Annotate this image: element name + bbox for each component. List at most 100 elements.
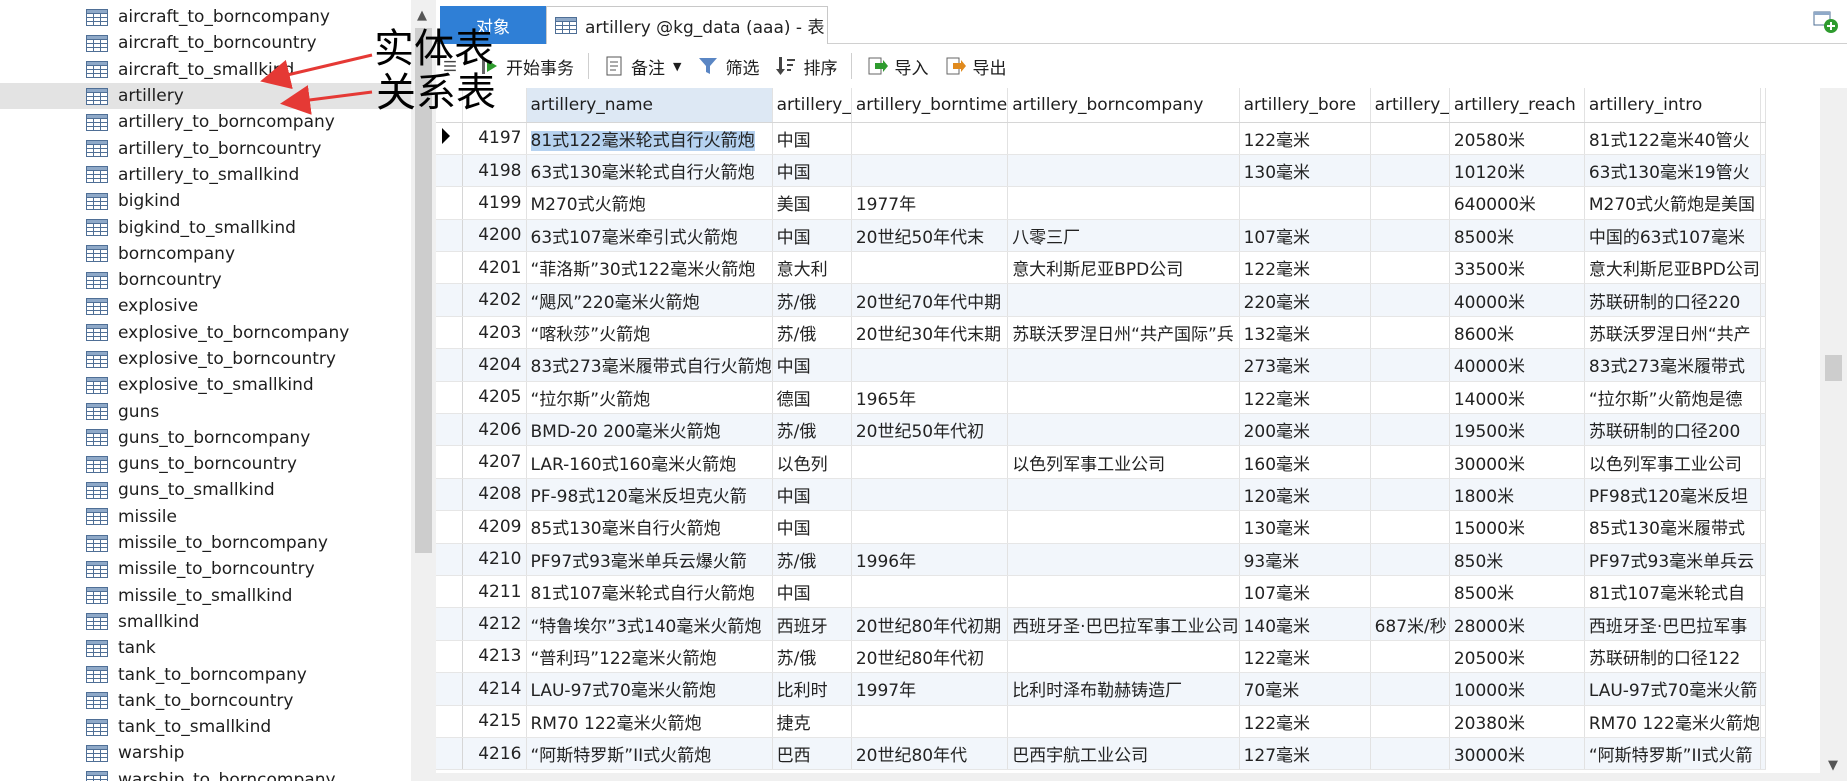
- grid-scroll-thumb[interactable]: [1825, 355, 1842, 381]
- table-row[interactable]: 4206 BMD-20 200毫米火箭炮 苏/俄 20世纪50年代初 200毫米 1950…: [436, 413, 1766, 447]
- grid-cell[interactable]: PF97式93毫米单兵云: [1584, 543, 1761, 576]
- grid-cell[interactable]: 1965年: [851, 381, 1009, 415]
- row-marker[interactable]: [436, 640, 463, 674]
- nav-item-tank-to-borncountry[interactable]: tank_to_borncountry: [0, 688, 411, 714]
- grid-cell[interactable]: 苏/俄: [772, 543, 852, 576]
- data-grid[interactable]: artillery_name artillery_ artillery_bornti…: [436, 88, 1820, 781]
- nav-item-missile-to-borncountry[interactable]: missile_to_borncountry: [0, 556, 411, 582]
- grid-cell[interactable]: 苏联研制的口径122: [1584, 640, 1761, 674]
- grid-cell[interactable]: [1370, 705, 1450, 738]
- grid-cell[interactable]: 西班牙圣·巴巴拉军事工业公司: [1007, 607, 1240, 641]
- grid-cell[interactable]: 93毫米: [1239, 543, 1371, 576]
- grid-cell[interactable]: [1370, 737, 1450, 771]
- grid-cell[interactable]: 40000米: [1449, 283, 1585, 317]
- grid-cell[interactable]: [1007, 705, 1240, 738]
- grid-cell[interactable]: 巴西: [772, 737, 852, 771]
- grid-cell[interactable]: 意大利: [772, 251, 852, 285]
- row-id-cell[interactable]: 4206: [462, 413, 527, 447]
- grid-cell[interactable]: [851, 251, 1009, 285]
- grid-cell[interactable]: 122毫米: [1239, 122, 1371, 155]
- nav-item-aircraft-to-borncompany[interactable]: aircraft_to_borncompany: [0, 4, 411, 30]
- grid-cell[interactable]: 八零三厂: [1007, 219, 1240, 253]
- grid-cell[interactable]: 122毫米: [1239, 640, 1371, 674]
- grid-cell[interactable]: RM70 122毫米火箭炮: [526, 705, 773, 738]
- grid-cell[interactable]: [851, 510, 1009, 544]
- row-marker[interactable]: [436, 154, 463, 188]
- nav-item-bigkind-to-smallkind[interactable]: bigkind_to_smallkind: [0, 214, 411, 240]
- grid-cell[interactable]: “特鲁埃尔”3式140毫米火箭炮: [526, 607, 773, 641]
- row-marker[interactable]: [436, 737, 463, 771]
- nav-item-artillery-to-borncountry[interactable]: artillery_to_borncountry: [0, 135, 411, 161]
- row-marker[interactable]: [436, 575, 463, 609]
- grid-cell[interactable]: 西班牙: [772, 607, 852, 641]
- grid-cell[interactable]: 140毫米: [1239, 607, 1371, 641]
- nav-item-borncountry[interactable]: borncountry: [0, 267, 411, 293]
- grid-cell[interactable]: 以色列军事工业公司: [1007, 445, 1240, 479]
- grid-cell[interactable]: 19500米: [1449, 413, 1585, 447]
- grid-cell[interactable]: 63式130毫米轮式自行火箭炮: [526, 154, 773, 188]
- nav-item-missile[interactable]: missile: [0, 504, 411, 530]
- grid-cell[interactable]: 687米/秒: [1370, 607, 1450, 641]
- row-marker[interactable]: [436, 316, 463, 350]
- grid-cell[interactable]: 20世纪50年代初: [851, 413, 1009, 447]
- grid-cell[interactable]: PF97式93毫米单兵云爆火箭: [526, 543, 773, 576]
- grid-cell[interactable]: LAU-97式70毫米火箭: [1584, 672, 1761, 706]
- grid-cell[interactable]: 40000米: [1449, 348, 1585, 382]
- grid-cell[interactable]: “喀秋莎”火箭炮: [526, 316, 773, 350]
- row-marker[interactable]: [436, 672, 463, 706]
- grid-cell[interactable]: [1370, 575, 1450, 609]
- grid-cell[interactable]: 1977年: [851, 186, 1009, 220]
- grid-cell[interactable]: [1370, 283, 1450, 317]
- nav-item-missile-to-smallkind[interactable]: missile_to_smallkind: [0, 583, 411, 609]
- grid-cell[interactable]: 20世纪80年代初期: [851, 607, 1009, 641]
- grid-cell[interactable]: [1370, 510, 1450, 544]
- grid-cell[interactable]: [1007, 640, 1240, 674]
- grid-cell[interactable]: 63式130毫米19管火: [1584, 154, 1761, 188]
- table-row[interactable]: 4216 “阿斯特罗斯”II式火箭炮 巴西 20世纪80年代 巴西宇航工业公司 127毫米…: [436, 737, 1766, 771]
- nav-item-tank-to-borncompany[interactable]: tank_to_borncompany: [0, 661, 411, 687]
- grid-cell[interactable]: 8500米: [1449, 575, 1585, 609]
- row-id-cell[interactable]: 4214: [462, 672, 527, 706]
- grid-cell[interactable]: 中国: [772, 478, 852, 512]
- grid-cell[interactable]: 1997年: [851, 672, 1009, 706]
- grid-cell[interactable]: 28000米: [1449, 607, 1585, 641]
- grid-cell[interactable]: 中国: [772, 510, 852, 544]
- grid-cell[interactable]: “拉尔斯”火箭炮是德: [1584, 381, 1761, 415]
- nav-item-warship-to-borncompany[interactable]: warship_to_borncompany: [0, 767, 411, 781]
- grid-cell[interactable]: 中国: [772, 575, 852, 609]
- table-row[interactable]: 4204 83式273毫米履带式自行火箭炮 中国 273毫米 40000米 83式273毫…: [436, 348, 1766, 382]
- row-marker[interactable]: [436, 122, 463, 155]
- nav-item-guns-to-borncompany[interactable]: guns_to_borncompany: [0, 425, 411, 451]
- grid-cell[interactable]: 85式130毫米自行火箭炮: [526, 510, 773, 544]
- grid-cell[interactable]: [851, 478, 1009, 512]
- grid-cell[interactable]: 西班牙圣·巴巴拉军事: [1584, 607, 1761, 641]
- nav-item-artillery-to-smallkind[interactable]: artillery_to_smallkind: [0, 162, 411, 188]
- grid-cell[interactable]: [1370, 445, 1450, 479]
- table-row[interactable]: 4215 RM70 122毫米火箭炮 捷克 122毫米 20380米 RM70 122毫米…: [436, 705, 1766, 738]
- grid-cell[interactable]: [1370, 640, 1450, 674]
- grid-cell[interactable]: M270式火箭炮: [526, 186, 773, 220]
- tab-artillery-table[interactable]: artillery @kg_data (aaa) - 表: [546, 6, 828, 44]
- grid-cell[interactable]: “阿斯特罗斯”II式火箭: [1584, 737, 1761, 771]
- nav-item-smallkind[interactable]: smallkind: [0, 609, 411, 635]
- grid-cell[interactable]: 122毫米: [1239, 381, 1371, 415]
- grid-cell[interactable]: 苏联研制的口径200: [1584, 413, 1761, 447]
- row-id-cell[interactable]: 4197: [462, 122, 527, 155]
- grid-cell[interactable]: 122毫米: [1239, 251, 1371, 285]
- grid-cell[interactable]: 20580米: [1449, 122, 1585, 155]
- grid-cell[interactable]: [1370, 413, 1450, 447]
- grid-cell[interactable]: [1007, 154, 1240, 188]
- grid-cell[interactable]: [1007, 478, 1240, 512]
- column-header[interactable]: artillery_name: [526, 88, 773, 123]
- grid-cell[interactable]: [1370, 543, 1450, 576]
- column-header[interactable]: artillery_bore: [1239, 88, 1371, 123]
- row-marker[interactable]: [436, 251, 463, 285]
- grid-cell[interactable]: 107毫米: [1239, 219, 1371, 253]
- row-marker[interactable]: [436, 348, 463, 382]
- grid-cell[interactable]: 比利时泽布勒赫铸造厂: [1007, 672, 1240, 706]
- grid-cell[interactable]: 122毫米: [1239, 705, 1371, 738]
- grid-cell[interactable]: “拉尔斯”火箭炮: [526, 381, 773, 415]
- grid-cell[interactable]: 640000米: [1449, 186, 1585, 220]
- table-row[interactable]: 4214 LAU-97式70毫米火箭炮 比利时 1997年 比利时泽布勒赫铸造厂 70毫米…: [436, 672, 1766, 706]
- grid-cell[interactable]: 20世纪50年代末: [851, 219, 1009, 253]
